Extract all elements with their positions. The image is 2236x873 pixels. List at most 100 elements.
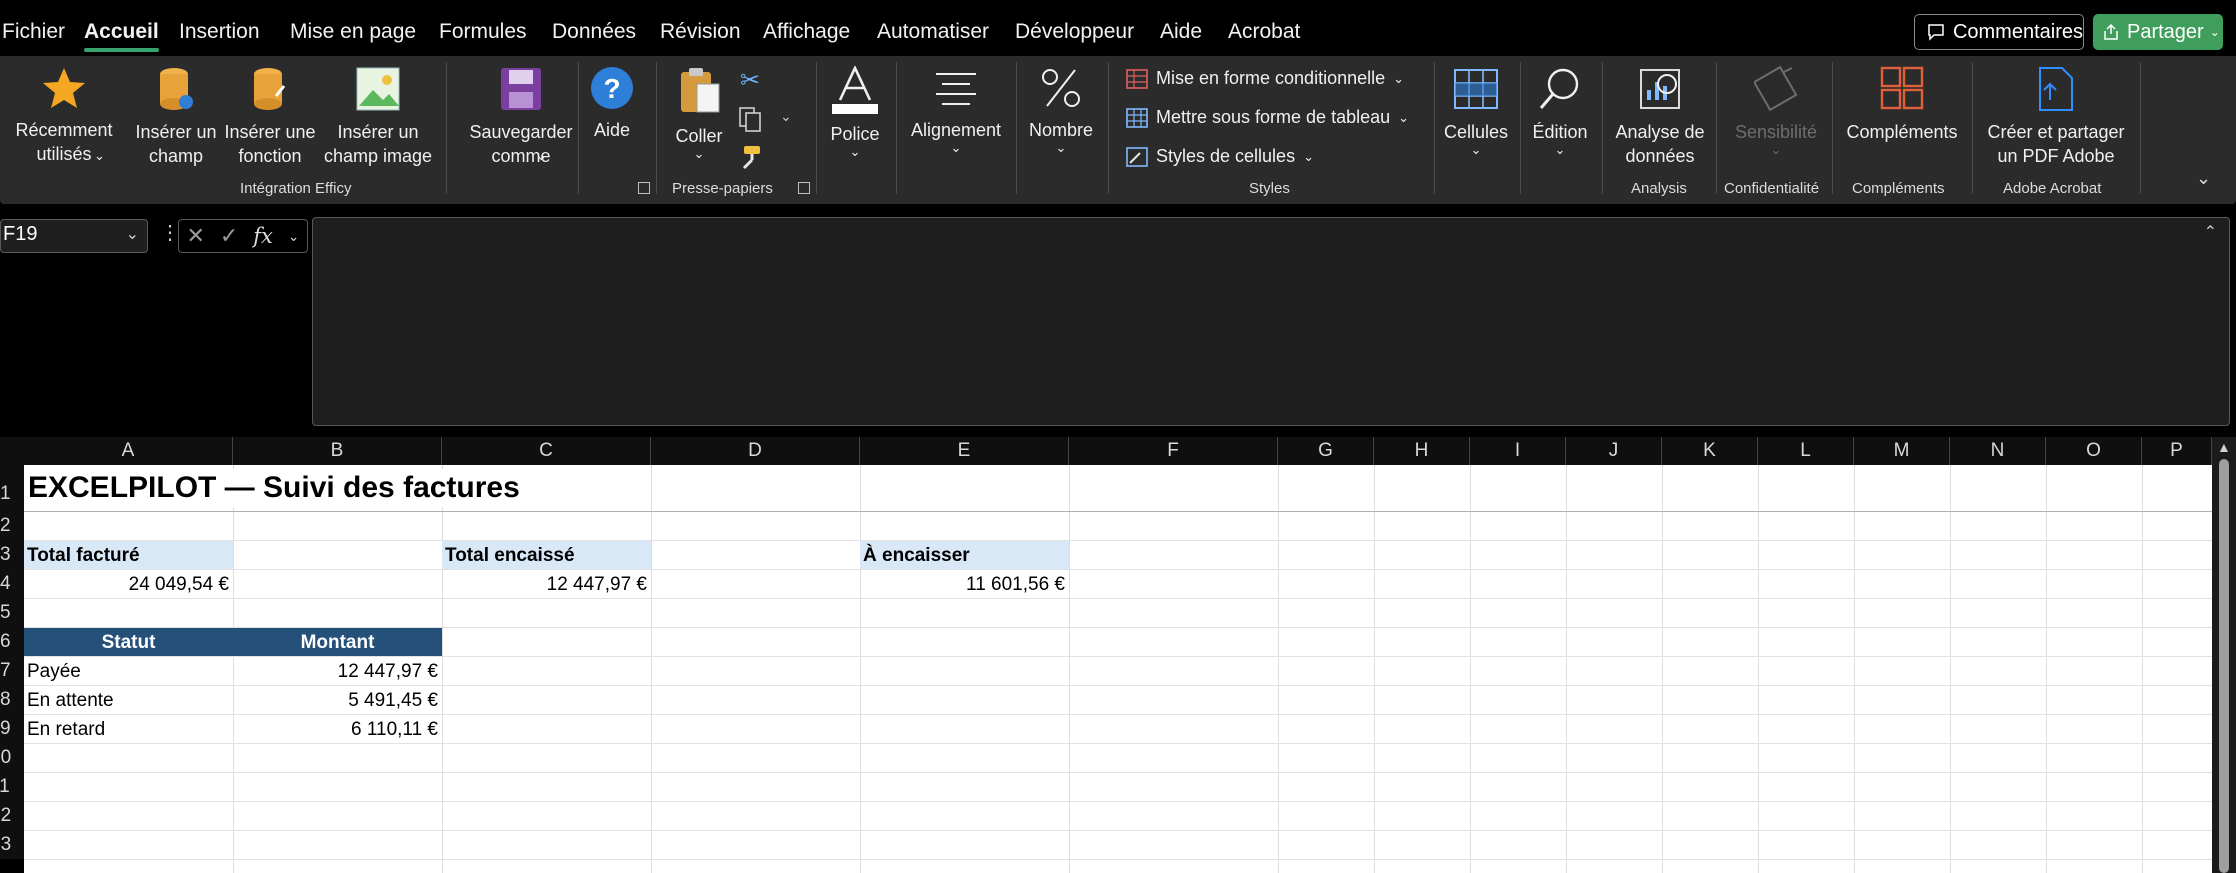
row-header-10[interactable]: 10 — [0, 743, 24, 772]
search-icon — [1539, 68, 1579, 109]
create-pdf-button[interactable]: Créer et partager un PDF Adobe — [1982, 60, 2130, 168]
sensitivity-button[interactable]: Sensibilité ⌄ — [1724, 60, 1828, 156]
scrollbar-thumb[interactable] — [2219, 459, 2229, 873]
gridline — [24, 511, 2212, 512]
scissors-icon[interactable]: ✂ — [740, 66, 760, 95]
comments-button[interactable]: Commentaires — [1914, 14, 2084, 50]
row-header-11[interactable]: 11 — [0, 772, 24, 801]
column-header-j[interactable]: J — [1566, 437, 1662, 465]
column-header-k[interactable]: K — [1662, 437, 1758, 465]
menu-fichier[interactable]: Fichier — [2, 20, 65, 44]
addins-button[interactable]: Compléments — [1840, 60, 1964, 144]
enter-icon[interactable]: ✓ — [220, 223, 238, 249]
insert-function-icon[interactable]: fx — [253, 224, 273, 248]
column-header-d[interactable]: D — [651, 437, 860, 465]
column-headers: A B C D E F G H I J K L M N O P — [0, 437, 2236, 465]
format-as-table-button[interactable]: Mettre sous forme de tableau ⌄ — [1126, 107, 1409, 128]
chevron-down-icon: ⌄ — [1398, 109, 1410, 125]
row-header-9[interactable]: 9 — [0, 714, 24, 743]
row-header-12[interactable]: 12 — [0, 801, 24, 830]
column-header-f[interactable]: F — [1069, 437, 1278, 465]
font-label: Police — [830, 124, 880, 144]
menu-developpeur[interactable]: Développeur — [1015, 20, 1134, 44]
menu-accueil[interactable]: Accueil — [84, 20, 159, 52]
separator — [2140, 62, 2141, 194]
format-painter-icon[interactable] — [738, 144, 764, 170]
copy-icon[interactable] — [738, 106, 762, 132]
gridline — [2046, 465, 2047, 873]
row-header-8[interactable]: 8 — [0, 685, 24, 714]
column-header-n[interactable]: N — [1950, 437, 2046, 465]
menu-revision[interactable]: Révision — [660, 20, 741, 44]
column-header-m[interactable]: M — [1854, 437, 1950, 465]
menu-insertion[interactable]: Insertion — [179, 20, 260, 44]
menu-affichage[interactable]: Affichage — [763, 20, 850, 44]
recent-button[interactable]: Récemment utilisés ⌄ — [8, 60, 120, 166]
cancel-icon[interactable]: ✕ — [186, 223, 204, 249]
column-header-e[interactable]: E — [860, 437, 1069, 465]
column-header-h[interactable]: H — [1374, 437, 1470, 465]
help-button[interactable]: ? Aide — [588, 60, 636, 142]
group-efficy-label: Intégration Efficy — [240, 180, 352, 197]
function-icon — [254, 68, 286, 110]
worksheet[interactable]: EXCELPILOT — Suivi des factures Total fa… — [24, 465, 2212, 873]
column-header-c[interactable]: C — [442, 437, 651, 465]
chevron-down-icon: ⌄ — [536, 148, 547, 163]
row-header-7[interactable]: 7 — [0, 656, 24, 685]
menu-formules[interactable]: Formules — [439, 20, 527, 44]
row-header-6[interactable]: 6 — [0, 627, 24, 656]
paste-button[interactable]: Coller ⌄ — [668, 60, 730, 160]
menu-donnees[interactable]: Données — [552, 20, 636, 44]
column-header-p[interactable]: P — [2142, 437, 2212, 465]
cells-button[interactable]: Cellules ⌄ — [1440, 60, 1512, 156]
chevron-down-icon[interactable]: ⌄ — [288, 228, 300, 245]
cell-styles-button[interactable]: Styles de cellules ⌄ — [1126, 146, 1314, 167]
gridline — [1662, 465, 1663, 873]
ribbon-collapse-icon[interactable]: ⌄ — [2196, 168, 2211, 189]
column-header-g[interactable]: G — [1278, 437, 1374, 465]
analyze-data-button[interactable]: Analyse de données — [1610, 60, 1710, 168]
group-acrobat-label: Adobe Acrobat — [2003, 180, 2102, 197]
share-button[interactable]: Partager ⌄ — [2093, 14, 2223, 50]
column-header-i[interactable]: I — [1470, 437, 1566, 465]
gridline — [24, 569, 2212, 570]
row-header-3[interactable]: 3 — [0, 540, 24, 569]
dialog-launcher-icon[interactable] — [638, 182, 650, 194]
column-header-a[interactable]: A — [24, 437, 233, 465]
analyze-data-icon — [1640, 69, 1680, 109]
more-options-icon[interactable]: ⋮ — [160, 220, 180, 245]
gridline — [1374, 465, 1375, 873]
create-pdf-label: Créer et partager un PDF Adobe — [1987, 122, 2125, 166]
chevron-up-icon[interactable]: ⌃ — [2204, 222, 2217, 242]
number-button[interactable]: Nombre ⌄ — [1024, 60, 1098, 154]
menu-aide[interactable]: Aide — [1160, 20, 1202, 44]
floppy-disk-icon — [501, 68, 541, 110]
scroll-up-icon[interactable]: ▲ — [2217, 439, 2231, 455]
insert-field-button[interactable]: Insérer un champ — [128, 60, 224, 168]
save-as-button[interactable]: Sauvegarder comme ⌄ — [456, 60, 586, 168]
cells-label: Cellules — [1443, 122, 1509, 142]
conditional-formatting-button[interactable]: Mise en forme conditionnelle ⌄ — [1126, 68, 1404, 89]
column-header-l[interactable]: L — [1758, 437, 1854, 465]
menu-acrobat[interactable]: Acrobat — [1228, 20, 1300, 44]
menu-automatiser[interactable]: Automatiser — [877, 20, 989, 44]
insert-image-field-button[interactable]: Insérer un champ image — [322, 60, 434, 168]
alignment-button[interactable]: Alignement ⌄ — [906, 60, 1006, 154]
vertical-scrollbar[interactable]: ▲ — [2212, 437, 2236, 873]
row-header-4[interactable]: 4 — [0, 569, 24, 598]
chevron-down-icon[interactable]: ⌄ — [780, 108, 792, 125]
dialog-launcher-icon[interactable] — [798, 182, 810, 194]
analyze-data-label: Analyse de données — [1615, 122, 1705, 166]
column-header-b[interactable]: B — [233, 437, 442, 465]
row-header-13[interactable]: 13 — [0, 830, 24, 859]
menu-mise-en-page[interactable]: Mise en page — [290, 20, 416, 44]
column-header-o[interactable]: O — [2046, 437, 2142, 465]
formula-input[interactable]: ⌃ — [312, 217, 2230, 426]
row-header-1[interactable]: 1 — [0, 465, 24, 511]
row-header-2[interactable]: 2 — [0, 511, 24, 540]
font-button[interactable]: Police ⌄ — [824, 60, 886, 158]
row-header-5[interactable]: 5 — [0, 598, 24, 627]
name-box[interactable]: F19 ⌄ — [0, 219, 148, 253]
editing-button[interactable]: Édition ⌄ — [1526, 60, 1594, 156]
insert-function-button[interactable]: Insérer une fonction — [222, 60, 318, 168]
